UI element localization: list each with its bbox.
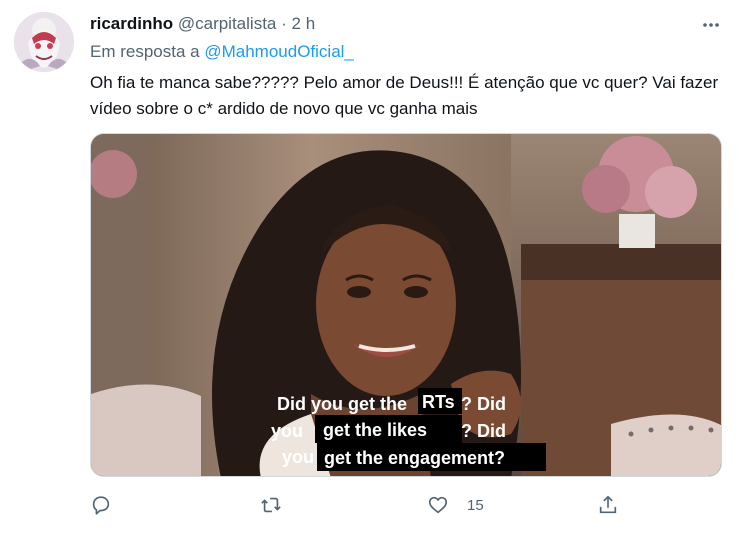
reply-prefix: Em resposta a xyxy=(90,42,200,61)
caption-line-2-boxed: get the likes xyxy=(323,420,427,440)
caption-line-2-plain: you xyxy=(271,421,303,441)
share-icon xyxy=(599,495,617,514)
avatar[interactable] xyxy=(14,12,74,72)
display-name[interactable]: ricardinho xyxy=(90,14,173,33)
tweet-media[interactable]: Did you get the RTs ? Did you get the li… xyxy=(90,133,722,477)
heart-icon xyxy=(428,496,448,514)
meme-captions: Did you get the RTs ? Did you get the li… xyxy=(271,388,546,471)
more-options-button[interactable] xyxy=(698,12,724,38)
reply-mention-link[interactable]: @MahmoudOficial_ xyxy=(204,42,354,61)
like-count: 15 xyxy=(467,496,484,514)
retweet-icon xyxy=(261,497,281,513)
caption-line-1-boxed: RTs xyxy=(422,392,455,412)
reply-button[interactable] xyxy=(90,490,112,520)
user-handle[interactable]: @carpitalista xyxy=(178,14,277,33)
caption-line-2-after: ? Did xyxy=(461,421,506,441)
tweet-actions: 15 xyxy=(90,490,630,522)
reply-icon xyxy=(92,496,110,515)
caption-line-3-boxed: get the engagement? xyxy=(324,448,505,468)
replying-to: Em resposta a @MahmoudOficial_ xyxy=(90,42,354,62)
caption-line-3-plain: you xyxy=(282,447,314,467)
more-icon xyxy=(703,23,719,27)
separator: · xyxy=(281,14,287,33)
share-button[interactable] xyxy=(597,490,619,520)
caption-line-1-plain: Did you get the xyxy=(277,394,407,414)
caption-line-1-after: ? Did xyxy=(461,394,506,414)
tweet-header: ricardinho @carpitalista · 2 h xyxy=(90,14,315,34)
tweet-text: Oh fia te manca sabe????? Pelo amor de D… xyxy=(90,73,719,118)
tweet[interactable]: ricardinho @carpitalista · 2 h Em respos… xyxy=(0,0,739,533)
avatar-image xyxy=(14,12,74,72)
like-button[interactable]: 15 xyxy=(427,490,484,520)
retweet-button[interactable] xyxy=(260,490,282,520)
timestamp[interactable]: 2 h xyxy=(292,14,316,33)
